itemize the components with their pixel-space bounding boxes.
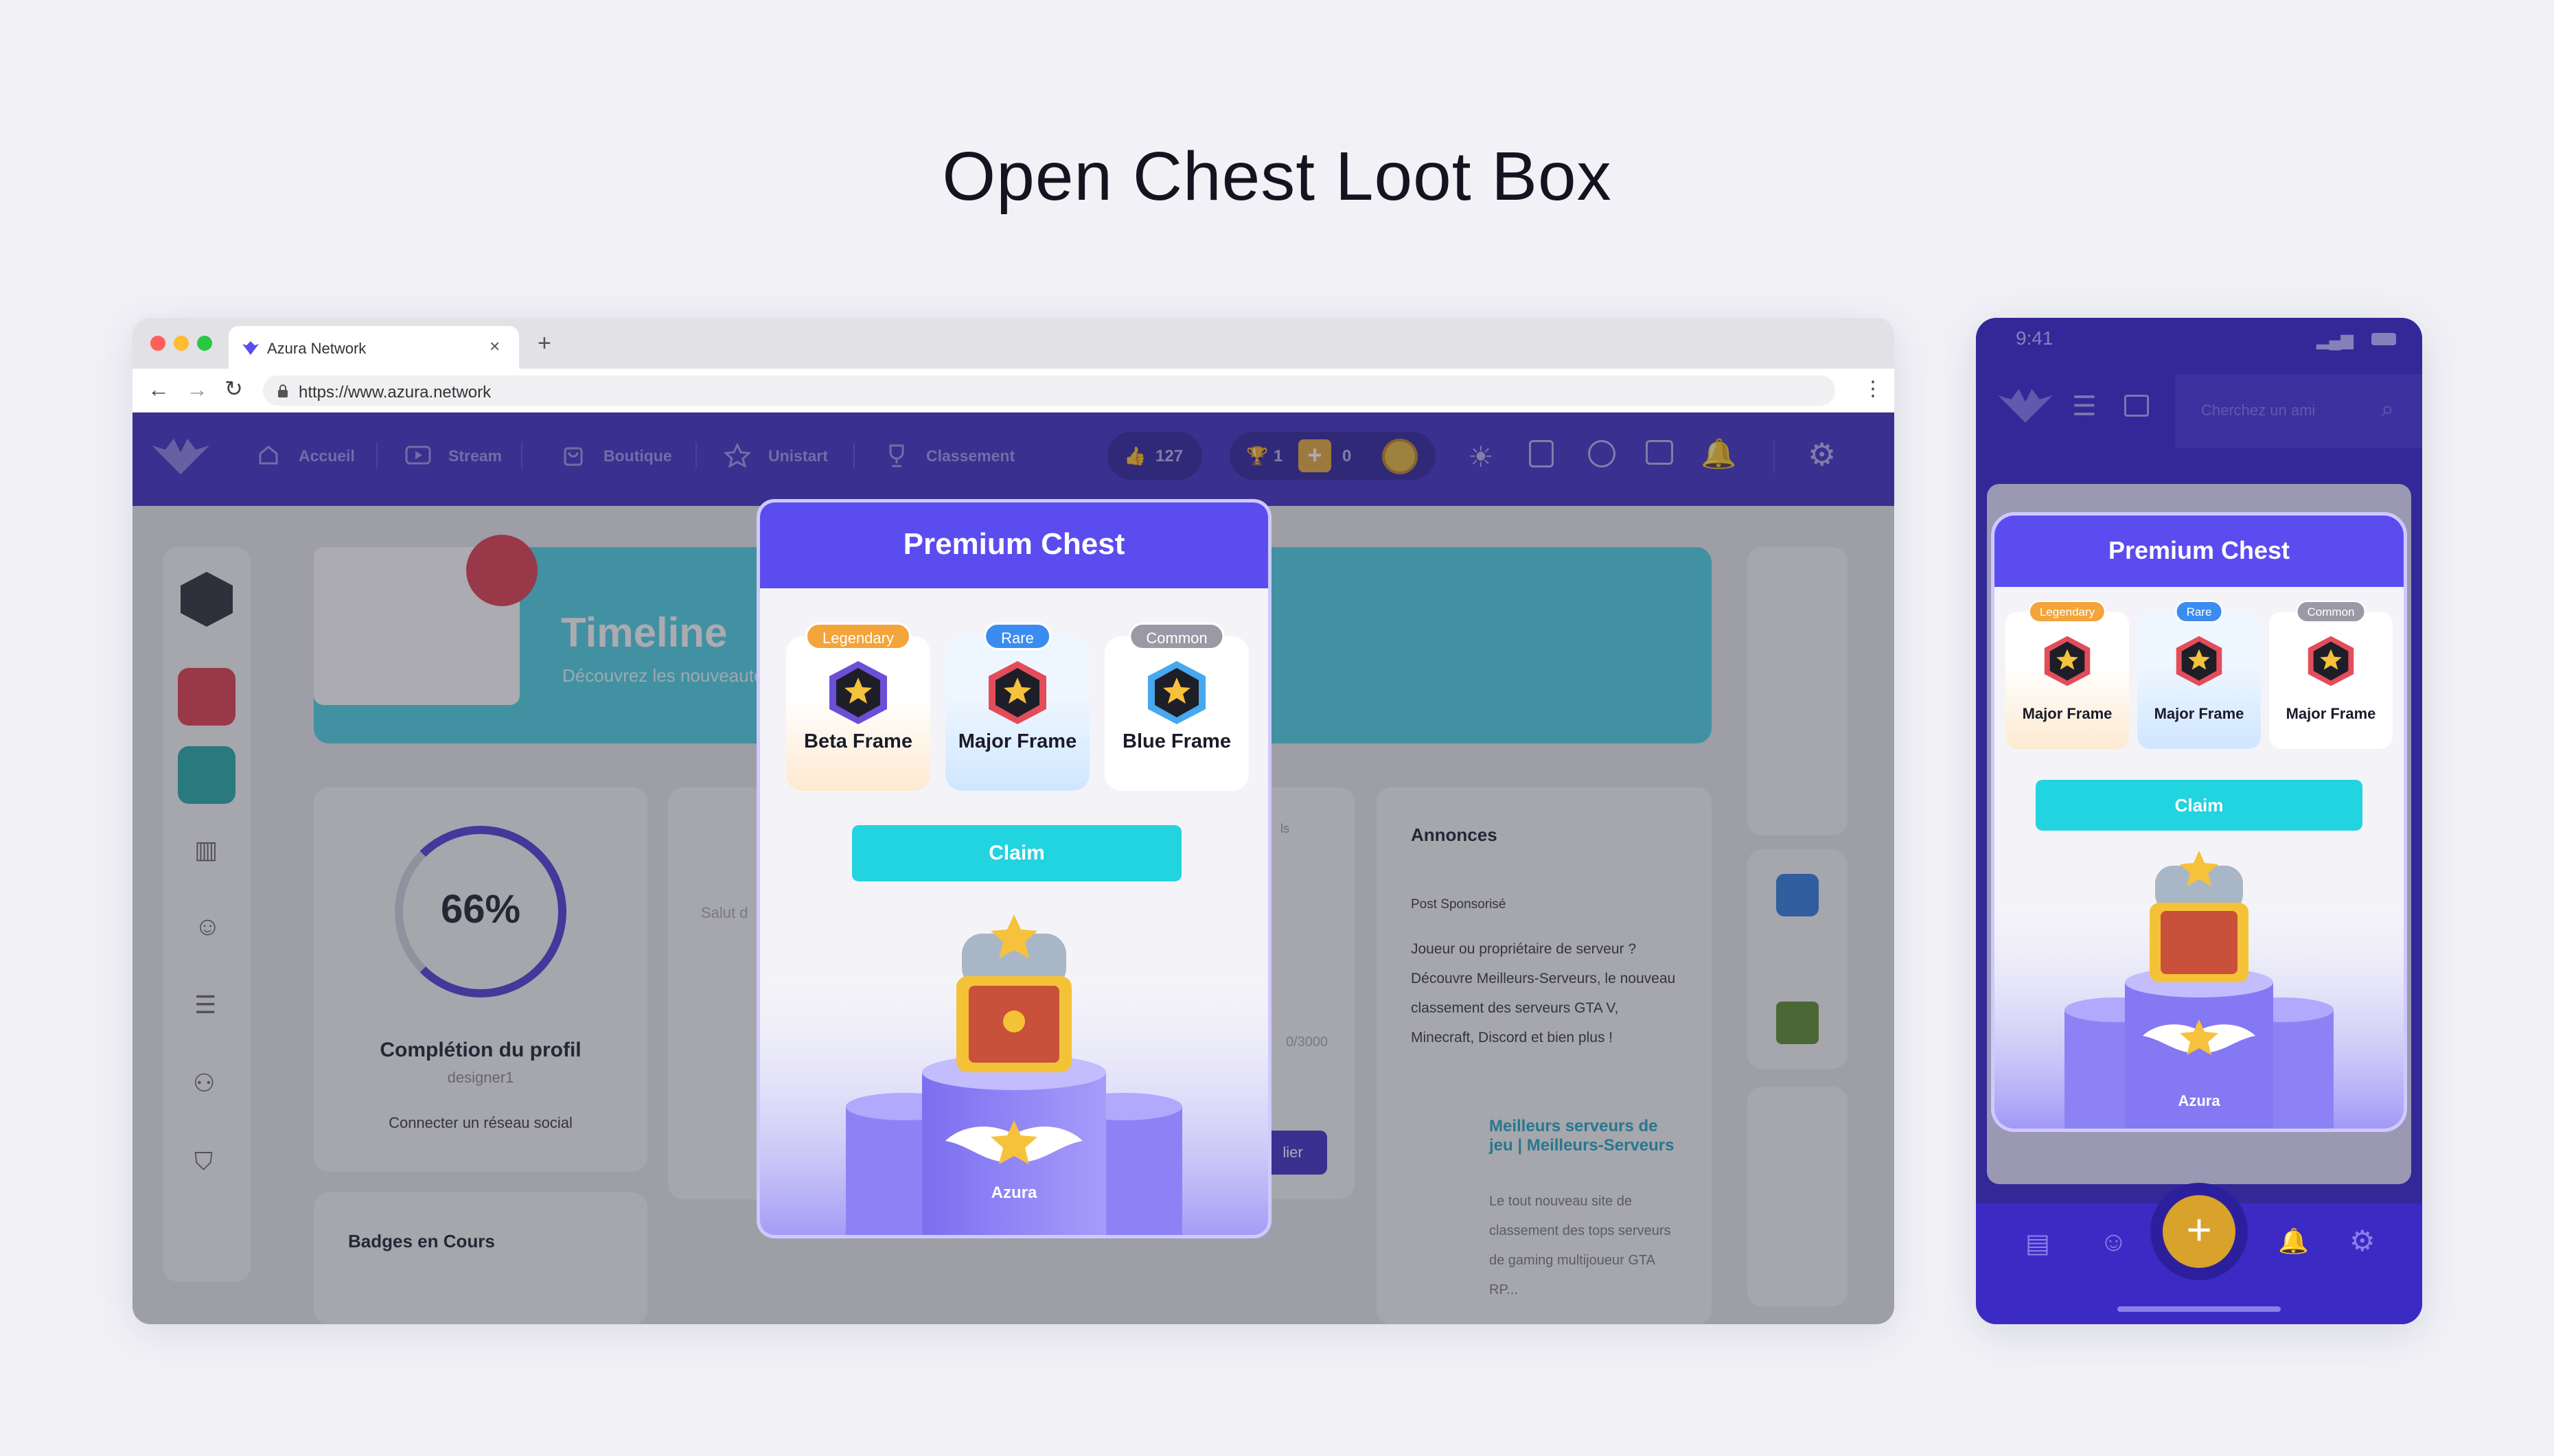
reward-card-common[interactable]: Common Blue Frame bbox=[1105, 623, 1249, 791]
major-frame-icon bbox=[989, 661, 1046, 724]
reward-card-common[interactable]: Common Major Frame bbox=[2269, 601, 2393, 749]
claim-button[interactable]: Claim bbox=[852, 825, 1182, 881]
reward-card-rare[interactable]: Rare Major Frame bbox=[2137, 601, 2261, 749]
mobile-device: 9:41 ▂▄▆ ☰ Cherchez un ami ⌕ ▤ ☺ + 🔔 ⚙ P… bbox=[1976, 318, 2422, 1324]
chest-pedestal-illustration bbox=[1994, 851, 2404, 1129]
reload-icon[interactable]: ↻ bbox=[225, 375, 243, 402]
page-title: Open Chest Loot Box bbox=[942, 138, 1612, 215]
reward-label: Major Frame bbox=[2286, 705, 2376, 722]
major-frame-icon bbox=[2176, 636, 2222, 686]
back-arrow-icon[interactable]: ← bbox=[148, 377, 170, 402]
tier-badge-common: Common bbox=[2296, 601, 2366, 623]
premium-chest-modal-mobile: Premium Chest Legendary Major Frame Rare bbox=[1991, 512, 2407, 1132]
feed-nav-icon[interactable]: ▤ bbox=[2025, 1228, 2050, 1259]
lock-icon bbox=[278, 384, 288, 397]
bell-nav-icon[interactable]: 🔔 bbox=[2278, 1227, 2309, 1256]
reward-label: Major Frame bbox=[2154, 705, 2244, 722]
modal-title: Premium Chest bbox=[2108, 536, 2290, 564]
close-window-button[interactable] bbox=[150, 336, 165, 351]
new-tab-button[interactable]: + bbox=[538, 330, 551, 357]
chest-label: Azura bbox=[991, 1183, 1037, 1202]
stage: Open Chest Loot Box Azura Network × + ← … bbox=[0, 0, 2554, 1456]
bottom-nav: ▤ ☺ + 🔔 ⚙ bbox=[1976, 1183, 2422, 1324]
reward-card-legendary[interactable]: Legendary Beta Frame bbox=[786, 623, 930, 791]
major-frame-icon bbox=[2044, 636, 2091, 686]
forward-arrow-icon[interactable]: → bbox=[186, 377, 208, 402]
reward-label: Blue Frame bbox=[1123, 730, 1231, 752]
chest-label: Azura bbox=[2178, 1092, 2220, 1109]
azura-favicon-icon bbox=[242, 341, 259, 355]
tier-badge-rare: Rare bbox=[984, 623, 1051, 650]
maximize-window-button[interactable] bbox=[197, 336, 212, 351]
add-button[interactable]: + bbox=[2163, 1195, 2235, 1268]
modal-header: Premium Chest bbox=[1994, 516, 2404, 587]
close-tab-icon[interactable]: × bbox=[490, 336, 500, 357]
url-text: https://www.azura.network bbox=[299, 383, 492, 402]
minimize-window-button[interactable] bbox=[174, 336, 189, 351]
modal-title: Premium Chest bbox=[903, 527, 1125, 561]
premium-chest-modal: Premium Chest Legendary Beta Frame Rare … bbox=[757, 499, 1272, 1238]
tier-badge-legendary: Legendary bbox=[2028, 601, 2106, 623]
modal-header: Premium Chest bbox=[760, 502, 1268, 588]
reward-label: Major Frame bbox=[958, 730, 1077, 752]
browser-tab[interactable]: Azura Network × bbox=[229, 326, 519, 369]
url-field[interactable]: https://www.azura.network bbox=[263, 375, 1835, 406]
smiley-nav-icon[interactable]: ☺ bbox=[2099, 1227, 2128, 1258]
blue-frame-icon bbox=[1148, 661, 1206, 724]
reward-card-legendary[interactable]: Legendary Major Frame bbox=[2005, 601, 2129, 749]
reward-card-rare[interactable]: Rare Major Frame bbox=[945, 623, 1090, 791]
major-frame-icon bbox=[2308, 636, 2354, 686]
home-indicator bbox=[2117, 1306, 2281, 1312]
reward-label: Major Frame bbox=[2022, 705, 2113, 722]
reward-label: Beta Frame bbox=[804, 730, 912, 752]
claim-button[interactable]: Claim bbox=[2036, 780, 2362, 831]
tier-badge-rare: Rare bbox=[2175, 601, 2223, 623]
browser-menu-icon[interactable]: ⋮ bbox=[1863, 377, 1883, 401]
tier-badge-common: Common bbox=[1129, 623, 1225, 650]
tier-badge-legendary: Legendary bbox=[805, 623, 911, 650]
tab-title: Azura Network bbox=[267, 340, 367, 357]
beta-frame-icon bbox=[829, 661, 887, 724]
gear-nav-icon[interactable]: ⚙ bbox=[2349, 1224, 2375, 1258]
address-bar: ← → ↻ https://www.azura.network ⋮ bbox=[133, 369, 1894, 413]
browser-tab-bar: Azura Network × + bbox=[133, 318, 1894, 369]
